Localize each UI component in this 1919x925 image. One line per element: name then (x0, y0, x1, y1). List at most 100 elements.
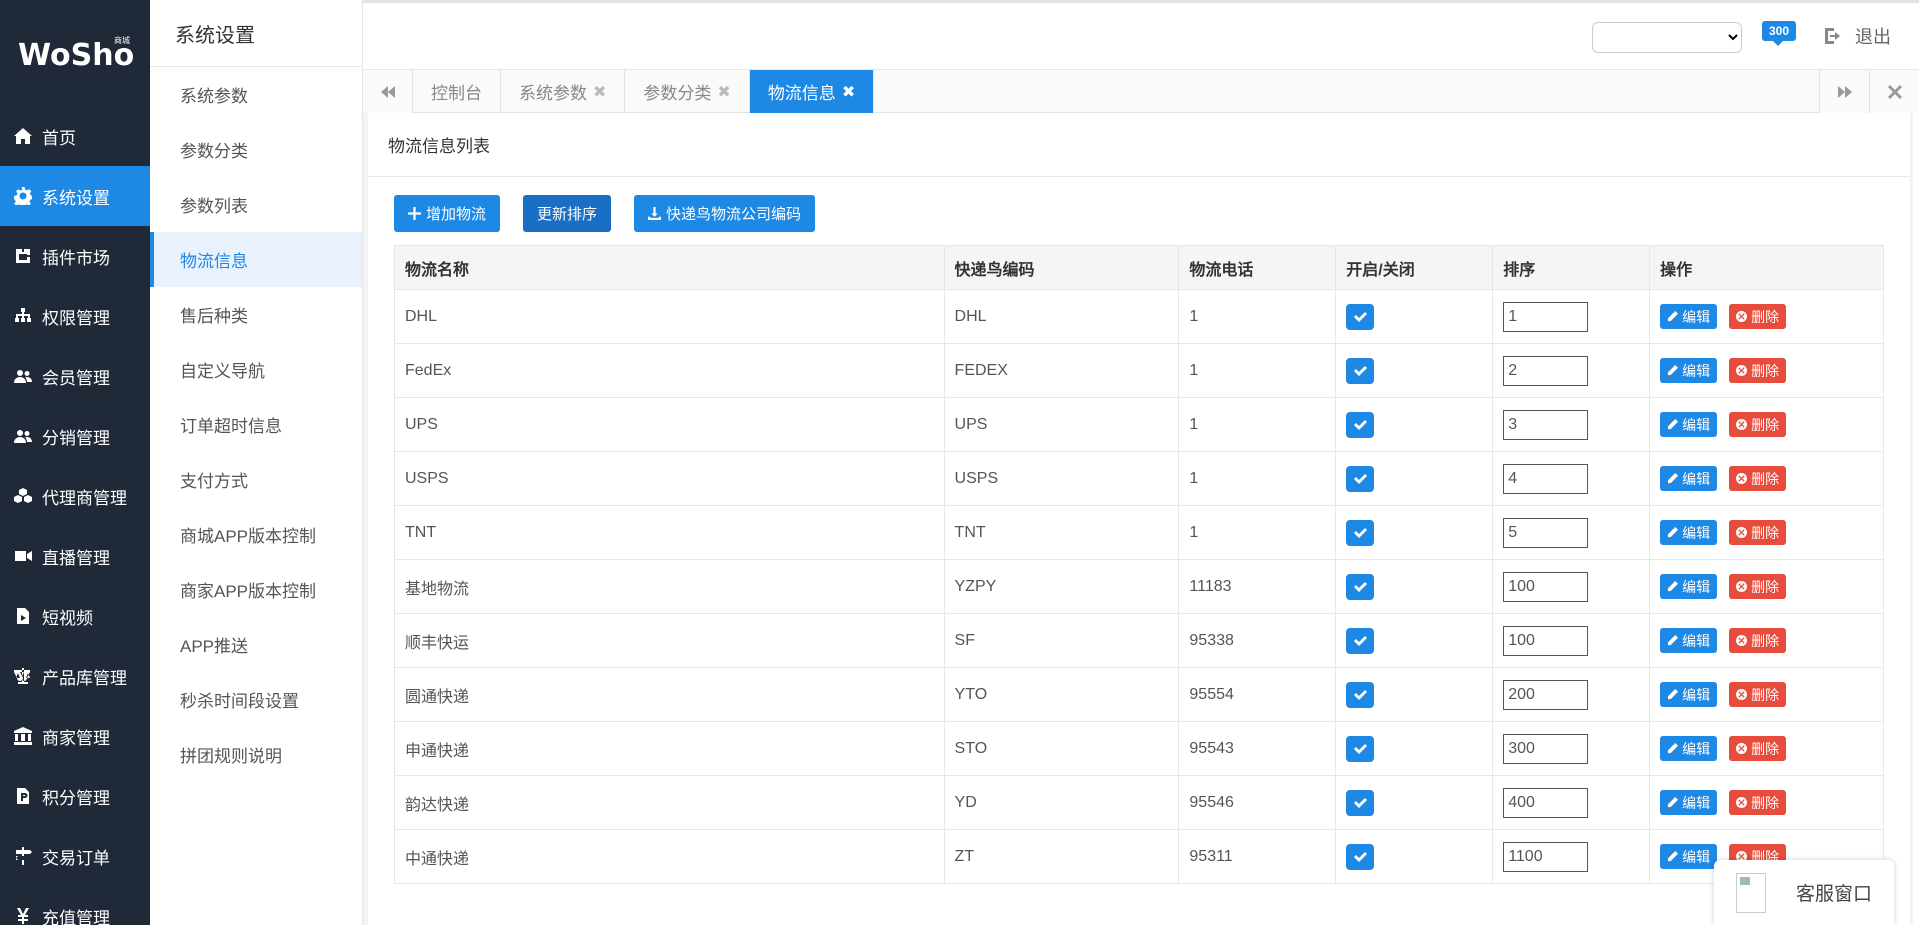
delete-button[interactable]: 删除 (1729, 682, 1787, 707)
double-chevron-left-icon (380, 85, 395, 98)
edit-label: 编辑 (1682, 470, 1711, 487)
delete-button[interactable]: 删除 (1729, 790, 1787, 815)
edit-button[interactable]: 编辑 (1660, 466, 1718, 491)
secondary-nav-item-0[interactable]: 系统参数 (150, 67, 362, 122)
nav-item-5[interactable]: 分销管理 (0, 406, 150, 466)
enabled-checkbox[interactable] (1346, 789, 1375, 816)
delete-button[interactable]: 删除 (1729, 412, 1787, 437)
sort-input[interactable] (1503, 841, 1589, 872)
edit-button[interactable]: 编辑 (1660, 412, 1718, 437)
tab-bar: 控制台 系统参数 ✖ 参数分类 ✖ 物流信息 ✖ (363, 70, 1919, 113)
tab-scroll-right-button[interactable] (1819, 70, 1869, 113)
nav-item-11[interactable]: 积分管理 (0, 766, 150, 826)
nav-item-12[interactable]: 交易订单 (0, 826, 150, 886)
edit-button[interactable]: 编辑 (1660, 358, 1718, 383)
tab-scroll-left-button[interactable] (363, 70, 413, 113)
delete-button[interactable]: 删除 (1729, 736, 1787, 761)
secondary-nav-item-9[interactable]: 商家APP版本控制 (150, 562, 362, 617)
secondary-nav-item-8[interactable]: 商城APP版本控制 (150, 507, 362, 562)
enabled-checkbox[interactable] (1346, 681, 1375, 708)
edit-button[interactable]: 编辑 (1660, 736, 1718, 761)
enabled-checkbox[interactable] (1346, 843, 1375, 870)
tab-1[interactable]: 系统参数 ✖ (501, 70, 626, 113)
close-all-tabs-button[interactable] (1869, 70, 1919, 113)
edit-button[interactable]: 编辑 (1660, 844, 1718, 869)
secondary-nav-item-5[interactable]: 自定义导航 (150, 342, 362, 397)
sort-input[interactable] (1503, 733, 1589, 764)
secondary-nav-item-3[interactable]: 物流信息 (150, 232, 362, 287)
edit-button[interactable]: 编辑 (1660, 304, 1718, 329)
delete-button[interactable]: 删除 (1729, 466, 1787, 491)
nav-item-9[interactable]: 产品库管理 (0, 646, 150, 706)
edit-button[interactable]: 编辑 (1660, 682, 1718, 707)
sort-input[interactable] (1503, 679, 1589, 710)
nav-item-1[interactable]: 系统设置 (0, 166, 150, 226)
sort-input[interactable] (1503, 355, 1589, 386)
delete-button[interactable]: 删除 (1729, 304, 1787, 329)
nav-item-4[interactable]: 会员管理 (0, 346, 150, 406)
delete-label: 删除 (1751, 578, 1780, 595)
sort-input[interactable] (1503, 787, 1589, 818)
secondary-nav-item-6[interactable]: 订单超时信息 (150, 397, 362, 452)
secondary-nav-item-11[interactable]: 秒杀时间段设置 (150, 672, 362, 727)
message-badge[interactable]: 300 (1762, 21, 1796, 47)
top-select[interactable] (1592, 22, 1742, 53)
cell-actions: 编辑 删除 (1649, 667, 1884, 722)
add-logistics-button[interactable]: 增加物流 (394, 195, 501, 232)
sort-input[interactable] (1503, 517, 1589, 548)
logo[interactable]: WoShop 商城 (0, 0, 150, 106)
enabled-checkbox[interactable] (1346, 303, 1375, 330)
logistics-panel: 物流信息列表 增加物流 更新排序 快递鸟物流公司编码 物流名称 快递鸟编码 物流… (368, 113, 1910, 925)
cell-code: USPS (943, 451, 1180, 506)
enabled-checkbox[interactable] (1346, 357, 1375, 384)
customer-service-widget[interactable]: 客服窗口 (1714, 860, 1894, 925)
secondary-nav-item-2[interactable]: 参数列表 (150, 177, 362, 232)
nav-item-13[interactable]: 充值管理 (0, 886, 150, 925)
update-sort-button[interactable]: 更新排序 (523, 195, 612, 232)
edit-button[interactable]: 编辑 (1660, 628, 1718, 653)
delete-button[interactable]: 删除 (1729, 520, 1787, 545)
sort-input[interactable] (1503, 301, 1589, 332)
enabled-checkbox[interactable] (1346, 735, 1375, 762)
sort-input[interactable] (1503, 571, 1589, 602)
nav-item-3[interactable]: 权限管理 (0, 286, 150, 346)
cell-toggle (1335, 721, 1494, 776)
nav-item-label: 代理商管理 (42, 488, 127, 508)
nav-item-10[interactable]: 商家管理 (0, 706, 150, 766)
delete-button[interactable]: 删除 (1729, 628, 1787, 653)
tab-close-icon[interactable]: ✖ (593, 82, 606, 102)
table-row: 韵达快递YD95546 编辑 删除 (394, 775, 1884, 830)
cell-actions: 编辑 删除 (1649, 613, 1884, 668)
enabled-checkbox[interactable] (1346, 573, 1375, 600)
enabled-checkbox[interactable] (1346, 519, 1375, 546)
enabled-checkbox[interactable] (1346, 627, 1375, 654)
nav-item-2[interactable]: 插件市场 (0, 226, 150, 286)
secondary-nav-item-1[interactable]: 参数分类 (150, 122, 362, 177)
tab-3[interactable]: 物流信息 ✖ (749, 70, 875, 113)
edit-button[interactable]: 编辑 (1660, 574, 1718, 599)
edit-button[interactable]: 编辑 (1660, 790, 1718, 815)
secondary-nav-item-4[interactable]: 售后种类 (150, 287, 362, 342)
tab-close-icon[interactable]: ✖ (717, 82, 730, 102)
delete-button[interactable]: 删除 (1729, 358, 1787, 383)
sort-input[interactable] (1503, 463, 1589, 494)
nav-item-8[interactable]: 短视频 (0, 586, 150, 646)
nav-item-6[interactable]: 代理商管理 (0, 466, 150, 526)
delete-button[interactable]: 删除 (1729, 574, 1787, 599)
export-codes-button[interactable]: 快递鸟物流公司编码 (634, 195, 816, 232)
enabled-checkbox[interactable] (1346, 411, 1375, 438)
nav-item-7[interactable]: 直播管理 (0, 526, 150, 586)
sort-input[interactable] (1503, 409, 1589, 440)
edit-button[interactable]: 编辑 (1660, 520, 1718, 545)
logout-button[interactable]: 退出 (1823, 23, 1891, 49)
secondary-nav-item-12[interactable]: 拼团规则说明 (150, 727, 362, 782)
secondary-nav-item-10[interactable]: APP推送 (150, 617, 362, 672)
tab-0[interactable]: 控制台 (413, 70, 501, 113)
secondary-nav-item-7[interactable]: 支付方式 (150, 452, 362, 507)
nav-item-0[interactable]: 首页 (0, 106, 150, 166)
sort-input[interactable] (1503, 625, 1589, 656)
enabled-checkbox[interactable] (1346, 465, 1375, 492)
tab-2[interactable]: 参数分类 ✖ (625, 70, 750, 113)
cell-toggle (1335, 289, 1494, 344)
tab-close-icon[interactable]: ✖ (842, 82, 855, 102)
